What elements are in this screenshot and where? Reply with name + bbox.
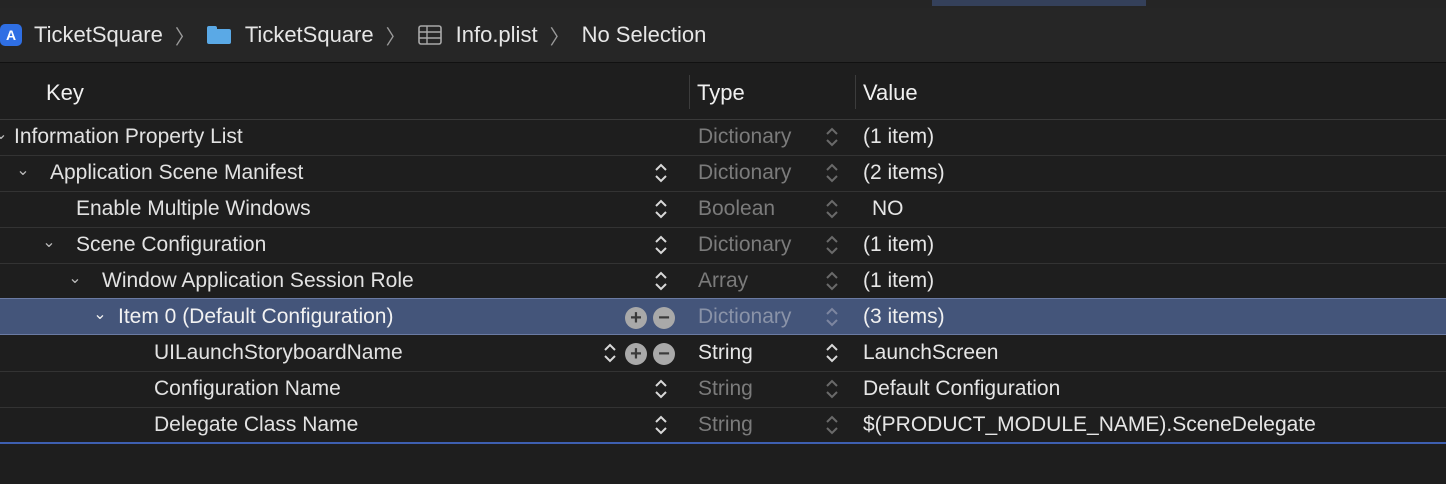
disclosure-expanded-icon[interactable]: ⌄ [91, 306, 109, 324]
key-stepper-icon[interactable] [654, 197, 668, 221]
row-value: (1 item) [863, 269, 935, 292]
tab-bar-strip [0, 0, 1446, 8]
row-value: (1 item) [863, 233, 935, 256]
column-header-key[interactable]: Key [46, 80, 84, 106]
add-item-button[interactable]: + [625, 343, 647, 365]
row-key[interactable]: Item 0 (Default Configuration) [118, 305, 393, 329]
key-stepper-icon[interactable] [654, 269, 668, 293]
key-stepper-icon[interactable] [654, 161, 668, 185]
plist-row[interactable]: ⌄ Scene Configuration Dictionary (1 item… [0, 227, 1446, 264]
key-stepper-icon[interactable] [603, 341, 617, 365]
type-stepper-icon[interactable] [825, 197, 839, 221]
type-stepper-icon[interactable] [825, 269, 839, 293]
breadcrumb-label: TicketSquare [244, 22, 374, 47]
row-key[interactable]: Delegate Class Name [154, 413, 358, 437]
row-value: (3 items) [863, 305, 945, 328]
chevron-right-icon: 〉 [549, 26, 570, 49]
breadcrumb-label: TicketSquare [34, 22, 163, 47]
remove-item-button[interactable]: − [653, 343, 675, 365]
chevron-right-icon: 〉 [385, 26, 406, 49]
plist-row[interactable]: ⌄ Window Application Session Role Array … [0, 263, 1446, 300]
add-item-button[interactable]: + [625, 307, 647, 329]
disclosure-expanded-icon[interactable]: ⌄ [66, 270, 84, 288]
row-key: Information Property List [14, 125, 243, 148]
row-value: (1 item) [863, 125, 935, 148]
row-key[interactable]: Scene Configuration [76, 233, 266, 257]
plist-row-selected[interactable]: ⌄ Item 0 (Default Configuration) + − Dic… [0, 298, 1446, 335]
row-key[interactable]: Application Scene Manifest [50, 161, 303, 185]
row-key[interactable]: Configuration Name [154, 377, 341, 401]
row-type[interactable]: Boolean [698, 197, 775, 221]
column-divider[interactable] [689, 75, 690, 109]
column-header: Key Type Value [0, 63, 1446, 120]
type-stepper-icon[interactable] [825, 413, 839, 437]
breadcrumb: A TicketSquare 〉 TicketSquare 〉 Info.pli… [0, 8, 1446, 63]
row-key[interactable]: Window Application Session Role [102, 269, 414, 293]
breadcrumb-item-file[interactable]: Info.plist [417, 22, 538, 48]
row-type[interactable]: String [698, 341, 753, 365]
plist-row[interactable]: UILaunchStoryboardName + − String Launch… [0, 335, 1446, 372]
breadcrumb-item-project[interactable]: A TicketSquare [0, 22, 163, 48]
plist-row[interactable]: ⌄ Information Property List Dictionary (… [0, 119, 1446, 156]
plist-row[interactable]: Delegate Class Name String $(PRODUCT_MOD… [0, 407, 1446, 443]
row-key[interactable]: Enable Multiple Windows [76, 197, 311, 221]
plist-row[interactable]: ⌄ Application Scene Manifest Dictionary … [0, 155, 1446, 192]
key-stepper-icon[interactable] [654, 377, 668, 401]
plist-row[interactable]: Enable Multiple Windows Boolean NO [0, 191, 1446, 228]
plist-table-icon [417, 25, 442, 45]
disclosure-expanded-icon[interactable]: ⌄ [40, 234, 58, 252]
disclosure-expanded-icon[interactable]: ⌄ [14, 162, 32, 180]
column-header-value[interactable]: Value [863, 80, 918, 106]
row-type[interactable]: Dictionary [698, 305, 791, 329]
app-icon: A [0, 24, 22, 46]
row-type[interactable]: Dictionary [698, 161, 791, 185]
row-value[interactable]: Default Configuration [863, 377, 1060, 401]
active-tab-indicator[interactable] [932, 0, 1146, 6]
row-type[interactable]: Dictionary [698, 125, 791, 149]
breadcrumb-item-folder[interactable]: TicketSquare [206, 22, 374, 48]
row-value[interactable]: $(PRODUCT_MODULE_NAME).SceneDelegate [863, 413, 1316, 437]
row-type[interactable]: Array [698, 269, 748, 293]
breadcrumb-label: Info.plist [455, 22, 538, 47]
column-header-type[interactable]: Type [697, 80, 745, 106]
row-value: (2 items) [863, 161, 945, 184]
column-divider[interactable] [855, 75, 856, 109]
key-stepper-icon[interactable] [654, 413, 668, 437]
type-stepper-icon[interactable] [825, 125, 839, 149]
row-type[interactable]: String [698, 413, 753, 437]
row-value[interactable]: NO [872, 197, 904, 221]
breadcrumb-item-selection[interactable]: No Selection [582, 22, 707, 48]
type-stepper-icon[interactable] [825, 377, 839, 401]
remove-item-button[interactable]: − [653, 307, 675, 329]
plist-row[interactable]: Configuration Name String Default Config… [0, 371, 1446, 408]
type-stepper-icon[interactable] [825, 305, 839, 329]
row-type[interactable]: String [698, 377, 753, 401]
row-type[interactable]: Dictionary [698, 233, 791, 257]
disclosure-expanded-icon[interactable]: ⌄ [0, 126, 10, 144]
chevron-right-icon: 〉 [174, 26, 195, 49]
type-stepper-icon[interactable] [825, 161, 839, 185]
key-stepper-icon[interactable] [654, 233, 668, 257]
type-stepper-icon[interactable] [825, 341, 839, 365]
type-stepper-icon[interactable] [825, 233, 839, 257]
breadcrumb-label: No Selection [581, 22, 707, 47]
row-value[interactable]: LaunchScreen [863, 341, 998, 365]
row-key[interactable]: UILaunchStoryboardName [154, 341, 403, 365]
selection-group-outline [0, 442, 1446, 444]
folder-icon [206, 26, 231, 44]
